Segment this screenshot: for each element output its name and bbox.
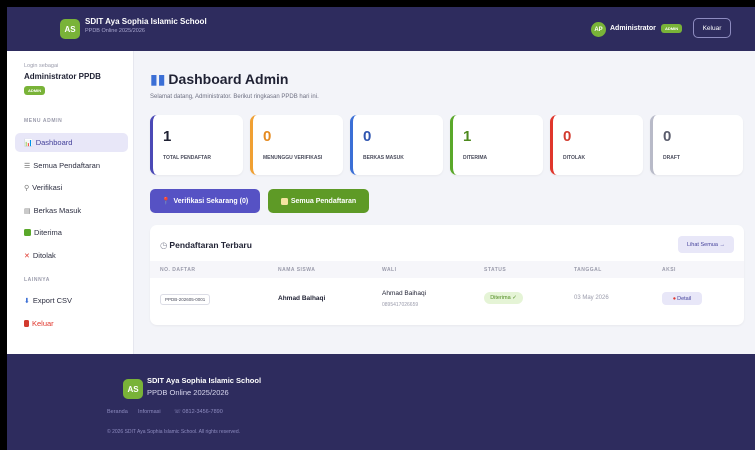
column-header: STATUS (484, 267, 507, 273)
stat-value: 0 (563, 128, 572, 145)
stat-card-ditolak: 0 DITOLAK (550, 115, 643, 175)
pin-icon: 📍 (161, 198, 171, 205)
chart-icon: ▮▮ (150, 71, 166, 87)
stat-card-menunggu: 0 MENUNGGU VERIFIKASI (250, 115, 343, 175)
list-icon: ☰ (24, 162, 31, 170)
footer-subtitle: PPDB Online 2025/2026 (147, 388, 229, 397)
clock-icon: ◷ (160, 240, 168, 250)
sidebar-item-keluar[interactable]: Keluar (15, 314, 128, 333)
stat-value: 0 (663, 128, 672, 145)
stat-label: MENUNGGU VERIFIKASI (263, 155, 323, 161)
column-header: NAMA SISWA (278, 267, 316, 273)
footer-school-name: SDIT Aya Sophia Islamic School (147, 376, 262, 385)
sidebar-item-label: Berkas Masuk (33, 206, 82, 215)
login-as-label: Login sebagai (24, 63, 59, 69)
detail-button[interactable]: ● Detail (662, 292, 702, 305)
sidebar-role-badge: ADMIN (24, 86, 46, 95)
card-title: ◷ Pendaftaran Terbaru (160, 240, 252, 251)
file-icon: ▤ (24, 207, 31, 215)
page-subtitle: Selamat datang, Administrator. Berikut r… (150, 94, 319, 100)
menu-section-label: MENU ADMIN (24, 118, 63, 124)
footer-link-informasi[interactable]: Informasi (138, 409, 161, 415)
logout-icon (24, 320, 29, 327)
stat-value: 1 (463, 128, 472, 145)
verify-now-label: Verifikasi Sekarang (0) (173, 197, 249, 205)
footer-phone[interactable]: ☏ 0812-3456-7890 (174, 409, 223, 415)
footer-logo: AS (123, 379, 143, 399)
sidebar-item-label: Dashboard (35, 138, 73, 147)
school-name: SDIT Aya Sophia Islamic School (85, 17, 207, 26)
list-icon (280, 197, 288, 205)
stat-label: DITERIMA (463, 155, 488, 161)
sidebar-item-ditolak[interactable]: ✕ Ditolak (15, 246, 128, 265)
logout-button[interactable]: Keluar (693, 18, 731, 38)
footer-copyright: © 2026 SDIT Aya Sophia Islamic School. A… (107, 429, 241, 435)
other-section-label: LAINNYA (24, 277, 50, 283)
stat-value: 0 (363, 128, 372, 145)
eye-icon: ● (672, 295, 677, 302)
sidebar-item-label: Diterima (34, 228, 62, 237)
avatar[interactable]: AP (591, 22, 606, 37)
school-subtitle: PPDB Online 2025/2026 (85, 28, 145, 34)
column-header: NO. DAFTAR (160, 267, 196, 273)
all-registrations-label: Semua Pendaftaran (290, 197, 357, 205)
status-badge: Diterima ✓ (484, 292, 523, 304)
guardian-phone: 0895417026659 (382, 302, 419, 308)
footer: AS SDIT Aya Sophia Islamic School PPDB O… (7, 354, 755, 450)
stat-card-draft: 0 DRAFT (650, 115, 743, 175)
stat-label: DRAFT (663, 155, 680, 161)
all-registrations-button[interactable]: Semua Pendaftaran (268, 189, 369, 213)
role-badge: ADMIN (661, 24, 683, 33)
sidebar-item-export-csv[interactable]: ⬇ Export CSV (15, 291, 128, 310)
student-name: Ahmad Balhaqi (278, 295, 326, 302)
column-header: WALI (382, 267, 397, 273)
column-header: AKSI (662, 267, 676, 273)
footer-link-beranda[interactable]: Beranda (107, 409, 128, 415)
app-frame: AS SDIT Aya Sophia Islamic School PPDB O… (7, 7, 755, 450)
guardian-name: Ahmad Baihaqi (382, 290, 427, 297)
sidebar-item-diterima[interactable]: Diterima (15, 223, 128, 242)
top-header: AS SDIT Aya Sophia Islamic School PPDB O… (7, 7, 755, 51)
check-icon (24, 229, 31, 236)
verify-now-button[interactable]: 📍 Verifikasi Sekarang (0) (150, 189, 260, 213)
sidebar-item-label: Ditolak (32, 251, 56, 260)
view-all-link[interactable]: Lihat Semua → (678, 236, 734, 253)
detail-label: Detail (677, 295, 692, 302)
sidebar: Login sebagai Administrator PPDB ADMIN M… (7, 51, 134, 354)
card-title-text: Pendaftaran Terbaru (169, 240, 252, 250)
table-header: NO. DAFTAR NAMA SISWA WALI STATUS TANGGA… (150, 261, 744, 278)
x-icon: ✕ (24, 252, 30, 260)
registration-date: 03 May 2026 (574, 295, 609, 301)
sidebar-item-label: Verifikasi (32, 183, 63, 192)
search-icon: ⚲ (24, 184, 30, 192)
sidebar-item-label: Export CSV (32, 296, 73, 305)
stat-label: DITOLAK (563, 155, 586, 161)
page-title-text: Dashboard Admin (168, 71, 289, 87)
sidebar-item-label: Semua Pendaftaran (33, 161, 100, 170)
stat-card-berkas: 0 BERKAS MASUK (350, 115, 443, 175)
recent-registrations-card: ◷ Pendaftaran Terbaru Lihat Semua → NO. D… (150, 225, 744, 325)
download-icon: ⬇ (24, 297, 30, 305)
page-title: ▮▮ Dashboard Admin (150, 71, 288, 88)
column-header: TANGGAL (574, 267, 602, 273)
registration-number: PPDB-202605-0001 (160, 294, 211, 305)
sidebar-item-semua-pendaftaran[interactable]: ☰ Semua Pendaftaran (15, 156, 128, 175)
sidebar-item-verifikasi[interactable]: ⚲ Verifikasi (15, 178, 128, 197)
sidebar-item-label: Keluar (32, 319, 54, 328)
header-user-name: Administrator (610, 25, 656, 32)
stat-value: 1 (163, 128, 172, 145)
school-logo[interactable]: AS (60, 19, 80, 39)
sidebar-item-dashboard[interactable]: 📊 Dashboard (15, 133, 128, 152)
sidebar-user-name: Administrator PPDB (24, 72, 101, 81)
stat-label: BERKAS MASUK (363, 155, 404, 161)
sidebar-item-berkas-masuk[interactable]: ▤ Berkas Masuk (15, 201, 128, 220)
stat-card-total: 1 TOTAL PENDAFTAR (150, 115, 243, 175)
stat-card-diterima: 1 DITERIMA (450, 115, 543, 175)
chart-icon: 📊 (24, 139, 33, 147)
stat-value: 0 (263, 128, 272, 145)
stat-label: TOTAL PENDAFTAR (163, 155, 211, 161)
